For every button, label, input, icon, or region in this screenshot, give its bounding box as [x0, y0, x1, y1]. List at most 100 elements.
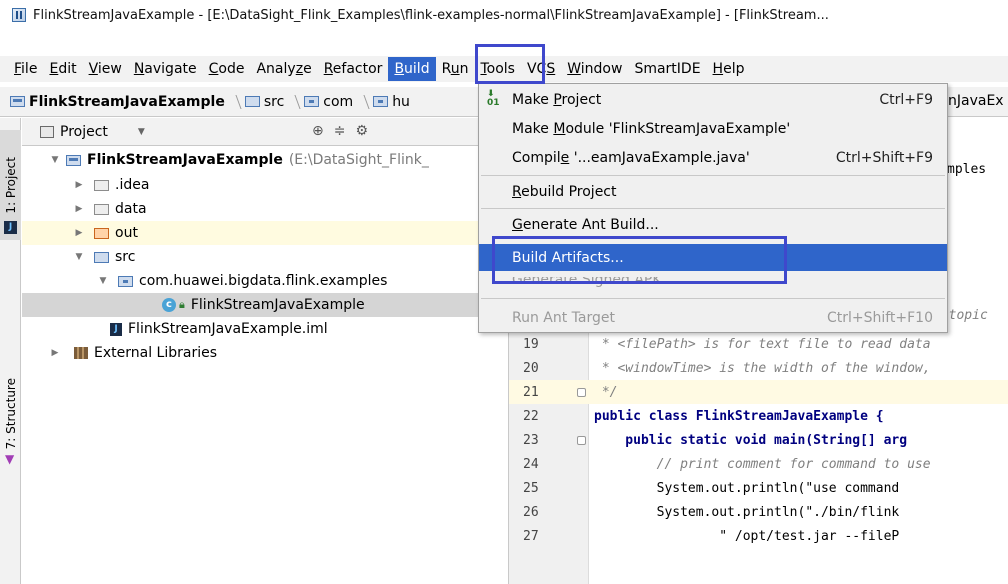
code-line[interactable]: 24 // print comment for command to use: [509, 452, 1008, 476]
menu-item-compile[interactable]: Compile '...eamJavaExample.java' Ctrl+Sh…: [479, 144, 947, 171]
code-line[interactable]: 22 public class FlinkStreamJavaExample {: [509, 404, 1008, 428]
window-title: FlinkStreamJavaExample - [E:\DataSight_F…: [33, 7, 829, 23]
expanded-arrow-icon[interactable]: ▼: [50, 155, 60, 165]
project-tab-icon: J: [4, 218, 17, 234]
scroll-from-source-icon[interactable]: ⊕: [312, 123, 324, 139]
tree-item-src[interactable]: ▼ src: [22, 245, 507, 269]
tree-item-external-libraries[interactable]: ▶ External Libraries: [22, 341, 507, 365]
menu-refactor[interactable]: Refactor: [318, 57, 389, 81]
panel-toolbar: ⊕ ≑ ⚙: [312, 123, 368, 139]
code-text: public class FlinkStreamJavaExample {: [594, 408, 884, 424]
line-number: 19: [523, 336, 539, 352]
module-folder-icon: [10, 96, 25, 107]
breadcrumb-separator: [287, 94, 301, 109]
code-text: * <filePath> is for text file to read da…: [594, 336, 931, 352]
menu-item-generate-ant-build[interactable]: Generate Ant Build...: [479, 211, 947, 238]
line-number: 25: [523, 480, 539, 496]
structure-tab-icon: ▼: [5, 452, 15, 466]
code-line[interactable]: 20 * <windowTime> is the width of the wi…: [509, 356, 1008, 380]
chevron-down-icon[interactable]: ▼: [138, 127, 145, 137]
intellij-app-icon: [12, 8, 26, 22]
collapsed-arrow-icon[interactable]: ▶: [74, 180, 84, 190]
menu-run[interactable]: Run: [436, 57, 475, 81]
breadcrumb-separator: [356, 94, 370, 109]
build-menu-dropdown: ⬇ 01 Make Project Ctrl+F9 Make Module 'Fl…: [478, 83, 948, 333]
tree-item-out[interactable]: ▶ out: [22, 221, 507, 245]
line-number: 27: [523, 528, 539, 544]
breadcrumb-project[interactable]: FlinkStreamJavaExample: [10, 94, 225, 110]
menu-separator: [481, 175, 945, 176]
expanded-arrow-icon[interactable]: ▼: [98, 276, 108, 286]
menu-separator: [481, 298, 945, 299]
code-line[interactable]: 25 System.out.println("use command: [509, 476, 1008, 500]
fold-marker-icon[interactable]: [577, 435, 586, 445]
menu-item-make-module[interactable]: Make Module 'FlinkStreamJavaExample': [479, 115, 947, 142]
code-text: * <windowTime> is the width of the windo…: [594, 360, 931, 376]
tab-structure[interactable]: 7: Structure: [0, 362, 21, 466]
menu-item-make-project[interactable]: ⬇ 01 Make Project Ctrl+F9: [479, 86, 947, 113]
code-line[interactable]: 19 * <filePath> is for text file to read…: [509, 332, 1008, 356]
menu-code[interactable]: Code: [203, 57, 251, 81]
code-line[interactable]: 21 */: [509, 380, 1008, 404]
code-text: public static void main(String[] arg: [594, 432, 908, 448]
code-text: System.out.println("./bin/flink: [594, 504, 900, 520]
project-panel: Project ▼ ⊕ ≑ ⚙ ▼ FlinkStreamJavaExample…: [22, 118, 507, 584]
collapse-all-icon[interactable]: ≑: [334, 123, 346, 139]
code-line[interactable]: 23 public static void main(String[] arg: [509, 428, 1008, 452]
tree-item-iml[interactable]: J FlinkStreamJavaExample.iml: [22, 317, 507, 341]
source-folder-icon: [94, 251, 109, 263]
tree-item-root[interactable]: ▼ FlinkStreamJavaExample (E:\DataSight_F…: [22, 148, 507, 172]
code-text: */: [594, 384, 618, 400]
menu-navigate[interactable]: Navigate: [128, 57, 203, 81]
code-line[interactable]: 27 " /opt/test.jar --fileP: [509, 524, 1008, 548]
menu-smartide[interactable]: SmartIDE: [628, 57, 706, 81]
code-text: System.out.println("use command: [594, 480, 900, 496]
line-number: 26: [523, 504, 539, 520]
annotation-highlight-build-menu: [475, 44, 545, 84]
collapsed-arrow-icon[interactable]: ▶: [50, 348, 60, 358]
line-number: 21: [523, 384, 539, 400]
menu-window[interactable]: Window: [561, 57, 628, 81]
left-tool-strip: 1: Project J 7: Structure ▼: [0, 118, 21, 584]
fold-marker-icon[interactable]: [577, 387, 586, 397]
breadcrumb-file-fragment[interactable]: nJavaEx: [948, 93, 1004, 109]
breadcrumb-hu[interactable]: hu: [373, 94, 410, 110]
breadcrumb-separator: [228, 94, 242, 109]
line-number: 24: [523, 456, 539, 472]
tree-item-data[interactable]: ▶ data: [22, 197, 507, 221]
breadcrumb-src[interactable]: src: [244, 94, 284, 110]
source-folder-icon: [244, 96, 260, 107]
project-view-selector[interactable]: Project: [60, 124, 108, 140]
gear-icon[interactable]: ⚙: [355, 123, 368, 139]
code-text: " /opt/test.jar --fileP: [594, 528, 900, 544]
project-view-icon: [40, 125, 54, 138]
code-line[interactable]: 26 System.out.println("./bin/flink: [509, 500, 1008, 524]
collapsed-arrow-icon[interactable]: ▶: [74, 228, 84, 238]
lock-icon: 🔒︎: [179, 298, 185, 311]
menu-file[interactable]: File: [0, 57, 43, 81]
project-panel-header: Project ▼ ⊕ ≑ ⚙: [22, 118, 507, 146]
breadcrumb-com[interactable]: com: [304, 94, 353, 110]
iml-file-icon: J: [110, 322, 122, 336]
menu-build[interactable]: Build: [388, 57, 436, 81]
menu-analyze[interactable]: Analyze: [250, 57, 317, 81]
package-icon: [304, 96, 320, 107]
line-number: 22: [523, 408, 539, 424]
expanded-arrow-icon[interactable]: ▼: [74, 252, 84, 262]
annotation-highlight-build-artifacts: [492, 236, 787, 284]
folder-icon: [94, 179, 109, 191]
line-number: 23: [523, 432, 539, 448]
collapsed-arrow-icon[interactable]: ▶: [74, 204, 84, 214]
menu-item-run-ant-target[interactable]: Run Ant Target Ctrl+Shift+F10: [479, 304, 947, 331]
title-bar: FlinkStreamJavaExample - [E:\DataSight_F…: [0, 0, 1008, 30]
menu-item-rebuild-project[interactable]: Rebuild Project: [479, 178, 947, 205]
library-icon: [74, 347, 88, 359]
menu-view[interactable]: View: [83, 57, 128, 81]
tree-item-class[interactable]: c 🔒︎ FlinkStreamJavaExample: [22, 293, 507, 317]
tree-item-idea[interactable]: ▶ .idea: [22, 173, 507, 197]
menu-edit[interactable]: Edit: [43, 57, 82, 81]
class-icon: c: [162, 298, 176, 312]
menu-help[interactable]: Help: [707, 57, 751, 81]
tree-item-package[interactable]: ▼ com.huawei.bigdata.flink.examples: [22, 269, 507, 293]
package-icon: [373, 96, 389, 107]
